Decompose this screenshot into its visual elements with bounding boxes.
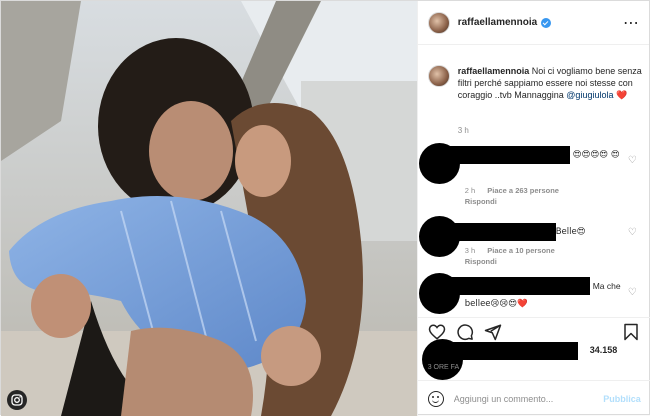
- post-time: 3 ORE FA: [427, 364, 460, 371]
- share-icon[interactable]: [484, 323, 502, 341]
- comment-row: 😍😍😍😍 😍 ♡ 2 h Piace a 263 persone Rispond…: [418, 141, 650, 206]
- redacted-username: [447, 146, 570, 164]
- save-icon[interactable]: [623, 323, 639, 341]
- comment-like-icon[interactable]: ♡: [628, 287, 637, 298]
- comment-text: bellee😢😢😍❤️: [464, 299, 528, 309]
- comment-input[interactable]: [453, 393, 604, 404]
- heart-emoji: ❤️: [615, 91, 628, 101]
- post-header: raffaellamennoia ⋯: [417, 1, 649, 45]
- reply-button[interactable]: Rispondi: [465, 257, 497, 266]
- comment-icon[interactable]: [456, 323, 474, 341]
- add-comment-bar: Pubblica: [417, 380, 650, 416]
- comment-likes[interactable]: Piace a 263 persone: [487, 186, 559, 195]
- comment-text: Ma che: [592, 281, 621, 291]
- comment-like-icon[interactable]: ♡: [628, 155, 637, 166]
- instagram-post: raffaellamennoia ⋯ raffaellamennoia Noi …: [0, 0, 650, 416]
- avatar[interactable]: [427, 11, 450, 34]
- post-sidebar: raffaellamennoia ⋯ raffaellamennoia Noi …: [416, 1, 650, 416]
- caption-time: 3 h: [457, 126, 469, 135]
- comment-time: 3 h: [464, 246, 476, 255]
- comments-list: raffaellamennoia Noi ci vogliamo bene se…: [418, 45, 650, 317]
- mention-link[interactable]: @giugiulola: [566, 90, 613, 100]
- close-icon[interactable]: ⋯: [623, 13, 639, 33]
- redacted-username: [447, 277, 590, 295]
- caption-username[interactable]: raffaellamennoia: [458, 66, 530, 76]
- likes-count[interactable]: 34.158: [590, 345, 618, 355]
- redacted-likers: [447, 342, 578, 360]
- publish-button[interactable]: Pubblica: [603, 394, 641, 404]
- emoji-icon[interactable]: [427, 390, 444, 407]
- comment-row: Ma che bellee😢😢😍❤️ ♡: [418, 269, 650, 317]
- username[interactable]: raffaellamennoia: [458, 17, 537, 28]
- comment-like-icon[interactable]: ♡: [628, 227, 637, 238]
- caption: raffaellamennoia Noi ci vogliamo bene se…: [427, 65, 643, 102]
- comment-time: 2 h: [464, 186, 476, 195]
- post-photo[interactable]: [1, 1, 417, 416]
- avatar[interactable]: [427, 65, 450, 87]
- photo-illustration: [1, 1, 417, 416]
- reply-button[interactable]: Rispondi: [465, 197, 497, 206]
- comment-likes[interactable]: Piace a 10 persone: [487, 246, 555, 255]
- instagram-icon[interactable]: [7, 390, 27, 410]
- comment-text: Belle😍: [555, 227, 586, 237]
- redacted-username: [447, 223, 556, 241]
- verified-icon: [541, 17, 552, 28]
- comment-text: 😍😍😍😍 😍: [572, 150, 620, 160]
- comment-row: Belle😍 ♡ 3 h Piace a 10 persone Rispondi: [418, 213, 650, 269]
